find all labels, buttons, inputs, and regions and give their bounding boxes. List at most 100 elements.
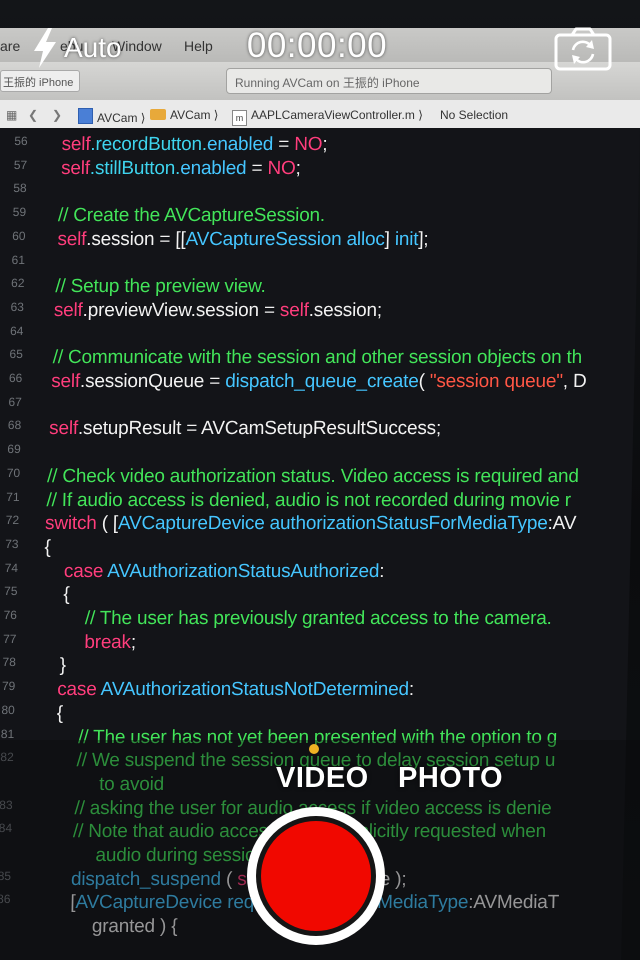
jump-bar-selection: No Selection — [440, 108, 509, 122]
line-number: 60 — [12, 228, 26, 243]
jump-bar-file: m AAPLCameraViewController.m ⟩ — [232, 108, 423, 126]
code-token: ; — [130, 631, 137, 653]
line-number: 63 — [10, 299, 25, 314]
line-number: 78 — [2, 655, 17, 670]
code-token: .session = [[ — [86, 228, 186, 250]
line-number: 59 — [12, 205, 27, 220]
folder-icon — [150, 109, 166, 120]
code-token: AVAuthorizationStatusNotDetermined — [100, 679, 410, 701]
code-text: // Setup the preview view. — [55, 276, 266, 298]
code-token: { — [63, 584, 70, 606]
mode-indicator-dot — [309, 744, 319, 754]
line-number: 66 — [8, 371, 23, 385]
line-number: 75 — [3, 584, 18, 599]
code-line: 80 { — [0, 703, 640, 727]
code-text: self.sessionQueue = dispatch_queue_creat… — [51, 371, 587, 393]
code-line: 73 { — [0, 537, 640, 561]
code-token: :AV — [547, 513, 577, 535]
code-line: 75 { — [0, 584, 640, 608]
line-number: 68 — [7, 418, 22, 433]
code-line: 69 — [0, 442, 640, 466]
code-line: 61 — [0, 253, 640, 277]
code-line: 58 — [0, 181, 640, 205]
line-number: 74 — [4, 560, 19, 575]
code-token: case — [63, 560, 108, 582]
code-token: : — [379, 560, 385, 582]
xcode-jump-bar: ▦ ❮ ❯ AVCam ⟩ AVCam ⟩ m AAPLCameraViewCon… — [0, 100, 640, 129]
code-token: enabled — [206, 134, 274, 155]
line-number: 73 — [5, 536, 19, 551]
code-token: // If audio access is denied, audio is n… — [46, 489, 572, 511]
code-text: { — [63, 584, 70, 606]
code-token: enabled — [179, 157, 247, 179]
code-text: self.recordButton.enabled = NO; — [61, 134, 327, 156]
code-token: break — [84, 631, 132, 653]
code-text: self.setupResult = AVCamSetupResultSucce… — [49, 418, 441, 440]
code-text: } — [60, 655, 67, 677]
code-token: // Create the AVCaptureSession. — [57, 205, 326, 227]
forward-arrow-icon: ❯ — [52, 108, 63, 122]
code-token: // Check video authorization status. Vid… — [46, 465, 579, 487]
code-text: case AVAuthorizationStatusNotDetermined: — [57, 679, 414, 701]
code-token: { — [44, 536, 51, 558]
code-token: .stillButton. — [89, 157, 181, 179]
mode-photo[interactable]: PHOTO — [398, 762, 503, 795]
line-number: 62 — [10, 276, 25, 291]
code-token: .previewView.session = — [82, 299, 281, 321]
line-number: 58 — [13, 181, 27, 196]
code-line: 74 case AVAuthorizationStatusAuthorized: — [0, 561, 640, 585]
line-number: 79 — [1, 679, 16, 694]
code-text: self.previewView.session = self.session; — [54, 300, 383, 322]
line-number: 57 — [13, 157, 28, 172]
code-token: self — [48, 418, 79, 440]
code-text: self.stillButton.enabled = NO; — [61, 158, 301, 180]
code-token: AVCaptureSession alloc — [185, 228, 385, 250]
record-indicator — [261, 821, 371, 931]
code-token: // The user has previously granted acces… — [84, 608, 552, 629]
switch-camera-icon[interactable] — [554, 27, 612, 71]
jump-bar-group: AVCam ⟩ — [150, 108, 218, 122]
code-text: case AVAuthorizationStatusAuthorized: — [64, 561, 385, 583]
line-number: 64 — [9, 323, 24, 338]
code-token: self — [51, 371, 81, 392]
code-token: init — [394, 228, 419, 250]
code-line: 78} — [0, 655, 640, 679]
code-token: AVAuthorizationStatusAuthorized — [107, 560, 380, 582]
code-token: .sessionQueue = — [79, 371, 226, 392]
code-token: = — [246, 157, 268, 179]
code-token: self — [60, 157, 91, 179]
line-number: 76 — [3, 608, 18, 622]
code-line: 63 self.previewView.session = self.sessio… — [0, 300, 640, 324]
code-token: ( — [418, 371, 431, 392]
code-line: 76 // The user has previously granted acc… — [0, 608, 640, 632]
code-token: switch — [44, 513, 97, 535]
code-line: 77 break; — [0, 632, 640, 656]
code-token: // Communicate with the session and othe… — [52, 347, 583, 369]
code-token: : — [408, 679, 415, 701]
code-line: 71 // If audio access is denied, audio is… — [0, 490, 640, 514]
line-number: 70 — [6, 465, 21, 480]
line-number: 77 — [2, 631, 17, 646]
line-number: 61 — [11, 252, 26, 267]
code-line: 57 self.stillButton.enabled = NO; — [0, 158, 640, 182]
code-token: { — [56, 702, 64, 724]
record-button[interactable] — [247, 807, 385, 945]
code-line: 70 // Check video authorization status. V… — [0, 466, 640, 490]
code-line: 56 self.recordButton.enabled = NO; — [0, 134, 640, 158]
line-number: 81 — [0, 726, 15, 741]
code-token: ]; — [418, 228, 429, 250]
code-text: // The user has previously granted acces… — [85, 608, 552, 630]
code-token: .setupResult = AVCamSetupResultSuccess; — [77, 418, 442, 440]
code-line: 65 // Communicate with the session and ot… — [0, 347, 640, 371]
code-text: self.session = [[AVCaptureSession alloc]… — [57, 229, 429, 251]
code-text: // Communicate with the session and othe… — [53, 347, 583, 369]
code-line: 59 // Create the AVCaptureSession. — [0, 205, 640, 229]
line-number: 67 — [8, 394, 22, 409]
code-token: self — [61, 134, 91, 155]
code-line: 66 self.sessionQueue = dispatch_queue_cre… — [0, 371, 640, 395]
project-icon — [78, 108, 93, 124]
line-number: 80 — [1, 702, 15, 717]
file-m-icon: m — [232, 110, 247, 126]
mode-video[interactable]: VIDEO — [276, 762, 369, 795]
code-text: // If audio access is denied, audio is n… — [46, 490, 571, 512]
